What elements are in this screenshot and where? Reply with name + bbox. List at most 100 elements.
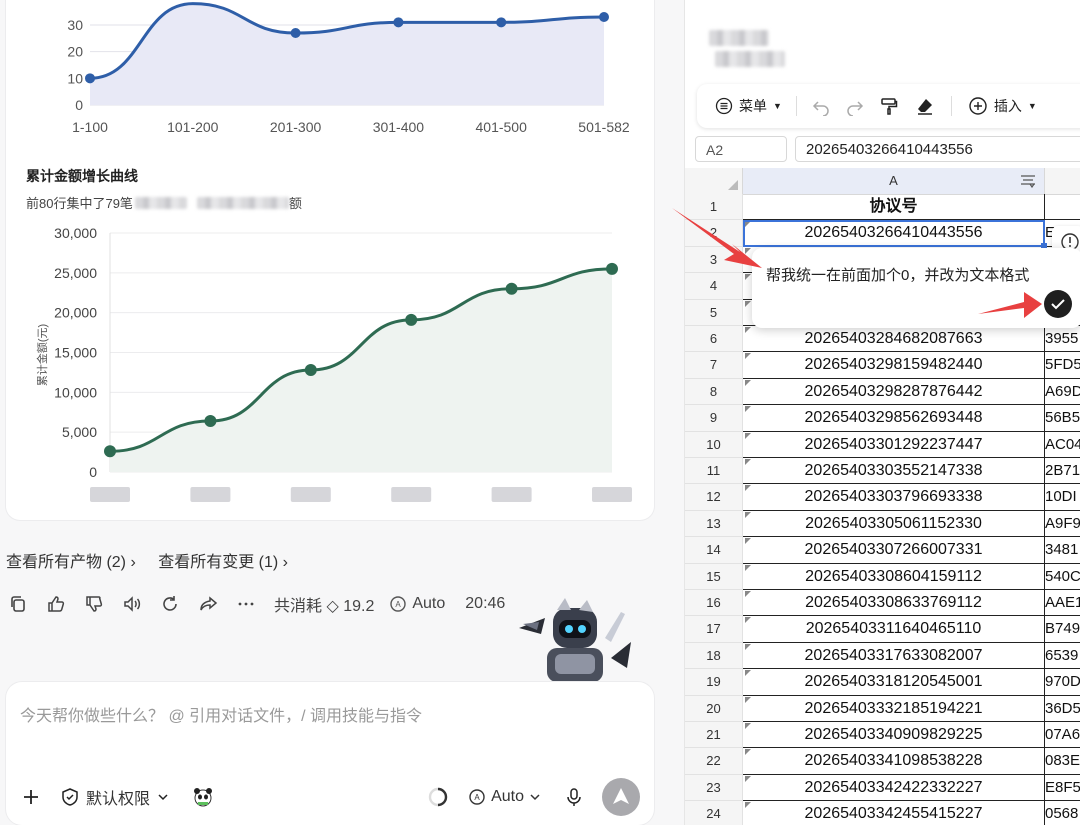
view-artifacts-link[interactable]: 查看所有产物 (2) › bbox=[6, 554, 136, 571]
microphone-icon[interactable] bbox=[564, 787, 584, 807]
undo-icon[interactable] bbox=[811, 96, 831, 116]
row-number[interactable]: 7 bbox=[685, 352, 743, 379]
row-number[interactable]: 10 bbox=[685, 431, 743, 458]
row-number[interactable]: 1 bbox=[685, 194, 743, 221]
cell-b[interactable]: 0568 bbox=[1045, 801, 1080, 825]
cell-a[interactable]: 20265403332185194221 bbox=[743, 695, 1045, 722]
row-number[interactable]: 4 bbox=[685, 273, 743, 300]
row-number[interactable]: 11 bbox=[685, 458, 743, 485]
cell-a[interactable]: 20265403298562693448 bbox=[743, 405, 1045, 432]
cell-b[interactable]: 36D5 bbox=[1045, 696, 1080, 722]
cell-a[interactable]: 协议号 bbox=[743, 194, 1045, 221]
cell-b[interactable]: AC04 bbox=[1045, 432, 1080, 458]
cell-a[interactable]: 20265403318120545001 bbox=[743, 669, 1045, 696]
send-button[interactable] bbox=[602, 778, 640, 816]
table-row: 17 20265403311640465110 B749 bbox=[685, 616, 1080, 643]
column-header-a[interactable]: A bbox=[743, 168, 1045, 194]
cell-b[interactable]: 3955 bbox=[1045, 326, 1080, 353]
row-number[interactable]: 13 bbox=[685, 510, 743, 538]
cell-a[interactable]: 20265403342455415227 bbox=[743, 801, 1045, 825]
insert-button[interactable]: 插入 ▼ bbox=[968, 96, 1037, 116]
prompt-text[interactable]: 帮我统一在前面加个0，并改为文本格式 bbox=[766, 264, 1029, 285]
speaker-icon[interactable] bbox=[122, 594, 142, 614]
share-icon[interactable] bbox=[198, 594, 218, 614]
refresh-icon[interactable] bbox=[160, 594, 180, 614]
cell-a[interactable]: 20265403298159482440 bbox=[743, 352, 1045, 379]
chevron-down-icon[interactable] bbox=[156, 790, 170, 804]
cell-b[interactable]: 5FD5 bbox=[1045, 352, 1080, 379]
plus-icon[interactable] bbox=[20, 786, 42, 808]
cell-a[interactable]: 20265403305061152330 bbox=[743, 510, 1045, 538]
formula-bar[interactable]: 20265403266410443556 bbox=[795, 136, 1080, 162]
cell-b[interactable]: E8F5 bbox=[1045, 775, 1080, 802]
cell-a[interactable]: 20265403317633082007 bbox=[743, 642, 1045, 670]
row-number[interactable]: 3 bbox=[685, 246, 743, 274]
cell-b[interactable]: A69D bbox=[1045, 379, 1080, 406]
model-selector[interactable]: Auto bbox=[491, 788, 524, 806]
filter-icon[interactable] bbox=[1020, 174, 1036, 188]
data-point bbox=[290, 28, 301, 38]
chat-composer[interactable]: 今天帮你做些什么？ @ 引用对话文件，/ 调用技能与指令 默认权限 A Auto bbox=[6, 682, 654, 825]
cell-b[interactable]: 3481 bbox=[1045, 537, 1080, 564]
chart2-subtitle: 前80行集中了79笔 额 bbox=[26, 193, 302, 212]
composer-input[interactable]: 今天帮你做些什么？ @ 引用对话文件，/ 调用技能与指令 bbox=[20, 702, 422, 726]
eraser-icon[interactable] bbox=[915, 96, 935, 116]
cell-b[interactable]: 6539 bbox=[1045, 643, 1080, 670]
cell-b[interactable]: 10DI bbox=[1045, 484, 1080, 511]
thumbs-down-icon[interactable] bbox=[84, 594, 104, 614]
cell-b[interactable]: 970D bbox=[1045, 669, 1080, 696]
cell-a[interactable]: 20265403340909829225 bbox=[743, 722, 1045, 749]
chevron-down-icon[interactable] bbox=[528, 790, 542, 804]
cell-a[interactable]: 20265403308633769112 bbox=[743, 590, 1045, 617]
plus-circle-icon bbox=[969, 97, 987, 115]
row-number[interactable]: 15 bbox=[685, 563, 743, 590]
cell-b[interactable]: 2B71 bbox=[1045, 458, 1080, 485]
copy-icon[interactable] bbox=[8, 594, 28, 614]
redo-icon[interactable] bbox=[845, 96, 865, 116]
row-number[interactable]: 14 bbox=[685, 537, 743, 564]
row-number[interactable]: 21 bbox=[685, 722, 743, 749]
cell-b[interactable] bbox=[1045, 194, 1080, 221]
select-all-corner[interactable] bbox=[685, 168, 743, 194]
cell-a[interactable]: 20265403341098538228 bbox=[743, 748, 1045, 775]
row-number[interactable]: 20 bbox=[685, 695, 743, 722]
menu-button[interactable]: 菜单 ▼ bbox=[715, 96, 782, 116]
row-number[interactable]: 6 bbox=[685, 326, 743, 353]
row-number[interactable]: 22 bbox=[685, 748, 743, 775]
row-number[interactable]: 19 bbox=[685, 669, 743, 696]
panda-icon[interactable] bbox=[192, 786, 214, 808]
cell-a[interactable]: 20265403284682087663 bbox=[743, 326, 1045, 353]
row-number[interactable]: 18 bbox=[685, 642, 743, 670]
row-number[interactable]: 9 bbox=[685, 405, 743, 432]
cell-a[interactable]: 20265403303552147338 bbox=[743, 458, 1045, 485]
row-number[interactable]: 12 bbox=[685, 484, 743, 511]
format-painter-icon[interactable] bbox=[879, 96, 899, 116]
row-number[interactable]: 24 bbox=[685, 801, 743, 825]
cell-b[interactable]: 07A6 bbox=[1045, 722, 1080, 749]
cell-b[interactable]: 083E bbox=[1045, 748, 1080, 775]
permission-selector[interactable]: 默认权限 bbox=[86, 785, 150, 809]
row-number[interactable]: 2 bbox=[685, 220, 743, 247]
cell-a[interactable]: 20265403303796693338 bbox=[743, 484, 1045, 511]
more-icon[interactable] bbox=[236, 594, 256, 614]
row-number[interactable]: 23 bbox=[685, 774, 743, 802]
confirm-button[interactable] bbox=[1044, 290, 1072, 318]
cell-a[interactable]: 20265403298287876442 bbox=[743, 378, 1045, 406]
row-number[interactable]: 17 bbox=[685, 616, 743, 643]
cell-reference-box[interactable]: A2 bbox=[695, 136, 787, 162]
cell-b[interactable]: B749 bbox=[1045, 616, 1080, 643]
cell-a[interactable]: 20265403301292237447 bbox=[743, 431, 1045, 458]
cell-b[interactable]: 540C bbox=[1045, 564, 1080, 590]
cell-a[interactable]: 20265403311640465110 bbox=[743, 616, 1045, 643]
cell-b[interactable]: 56B5 bbox=[1045, 405, 1080, 432]
row-number[interactable]: 8 bbox=[685, 378, 743, 406]
cell-b[interactable]: AAE1 bbox=[1045, 590, 1080, 617]
cell-a[interactable]: 20265403342422332227 bbox=[743, 774, 1045, 802]
row-number[interactable]: 16 bbox=[685, 590, 743, 617]
cell-a[interactable]: 20265403307266007331 bbox=[743, 537, 1045, 564]
row-number[interactable]: 5 bbox=[685, 299, 743, 326]
view-changes-link[interactable]: 查看所有变更 (1) › bbox=[158, 554, 288, 571]
cell-b[interactable]: A9F9 bbox=[1045, 511, 1080, 538]
cell-a[interactable]: 20265403308604159112 bbox=[743, 563, 1045, 590]
thumbs-up-icon[interactable] bbox=[46, 594, 66, 614]
